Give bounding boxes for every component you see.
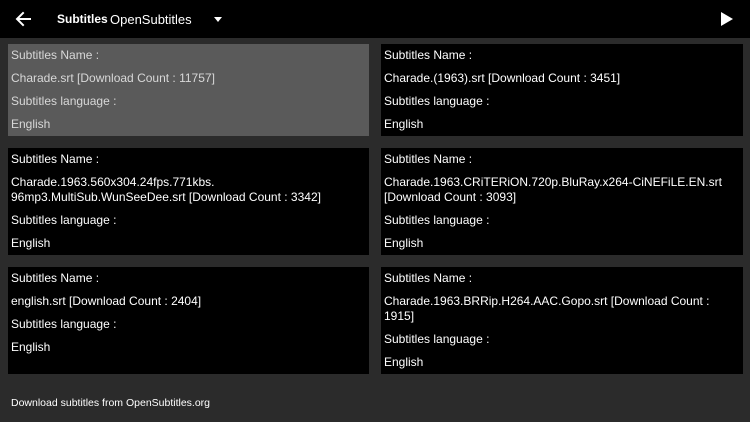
subtitle-name-label: Subtitles Name : xyxy=(384,271,473,285)
subtitle-language-label: Subtitles language : xyxy=(384,94,490,108)
subtitle-language-label: Subtitles language : xyxy=(11,317,117,331)
subtitle-card[interactable]: Subtitles Name : Charade.1963.560x304.24… xyxy=(8,148,369,255)
subtitle-card[interactable]: Subtitles Name : Charade.1963.CRiTERiON.… xyxy=(381,148,743,255)
footer-text: Download subtitles from OpenSubtitles.or… xyxy=(11,397,211,409)
subtitle-name-label: Subtitles Name : xyxy=(384,48,473,62)
subtitle-card[interactable]: Subtitles Name : Charade.srt [Download C… xyxy=(8,44,369,136)
source-dropdown-value: OpenSubtitles xyxy=(110,11,192,27)
subtitle-language-label: Subtitles language : xyxy=(384,213,490,227)
caret-down-icon xyxy=(213,16,222,22)
top-bar: Subtitles OpenSubtitles xyxy=(0,0,750,38)
subtitle-card[interactable]: Subtitles Name : english.srt [Download C… xyxy=(8,267,369,374)
subtitle-name: Charade.(1963).srt [Download Count : 345… xyxy=(384,71,621,85)
page-title: Subtitles xyxy=(57,12,108,26)
subtitle-name-label: Subtitles Name : xyxy=(11,152,100,166)
subtitle-name: Charade.srt [Download Count : 11757] xyxy=(11,71,215,85)
subtitle-card[interactable]: Subtitles Name : Charade.1963.BRRip.H264… xyxy=(381,267,743,374)
arrow-left-icon xyxy=(15,11,31,27)
subtitle-name: Charade.1963.BRRip.H264.AAC.Gopo.srt [Do… xyxy=(384,294,710,323)
subtitle-language: English xyxy=(384,355,424,369)
subtitle-name: Charade.1963.CRiTERiON.720p.BluRay.x264-… xyxy=(384,175,722,204)
subtitle-language-label: Subtitles language : xyxy=(11,213,117,227)
subtitle-name-label: Subtitles Name : xyxy=(11,48,100,62)
subtitle-language: English xyxy=(11,236,51,250)
back-button[interactable] xyxy=(10,7,36,31)
play-icon xyxy=(721,12,733,26)
subtitle-language-label: Subtitles language : xyxy=(11,94,117,108)
source-dropdown[interactable]: OpenSubtitles xyxy=(110,8,222,30)
subtitle-name: english.srt [Download Count : 2404] xyxy=(11,294,202,308)
subtitle-name: Charade.1963.560x304.24fps.771kbs. 96mp3… xyxy=(11,175,321,204)
subtitle-language: English xyxy=(384,236,424,250)
subtitle-language: English xyxy=(384,117,424,131)
play-button[interactable] xyxy=(717,9,737,29)
subtitle-language-label: Subtitles language : xyxy=(384,332,490,346)
subtitle-card[interactable]: Subtitles Name : Charade.(1963).srt [Dow… xyxy=(381,44,743,136)
subtitle-name-label: Subtitles Name : xyxy=(11,271,100,285)
subtitle-name-label: Subtitles Name : xyxy=(384,152,473,166)
subtitle-language: English xyxy=(11,117,51,131)
subtitle-language: English xyxy=(11,340,51,354)
